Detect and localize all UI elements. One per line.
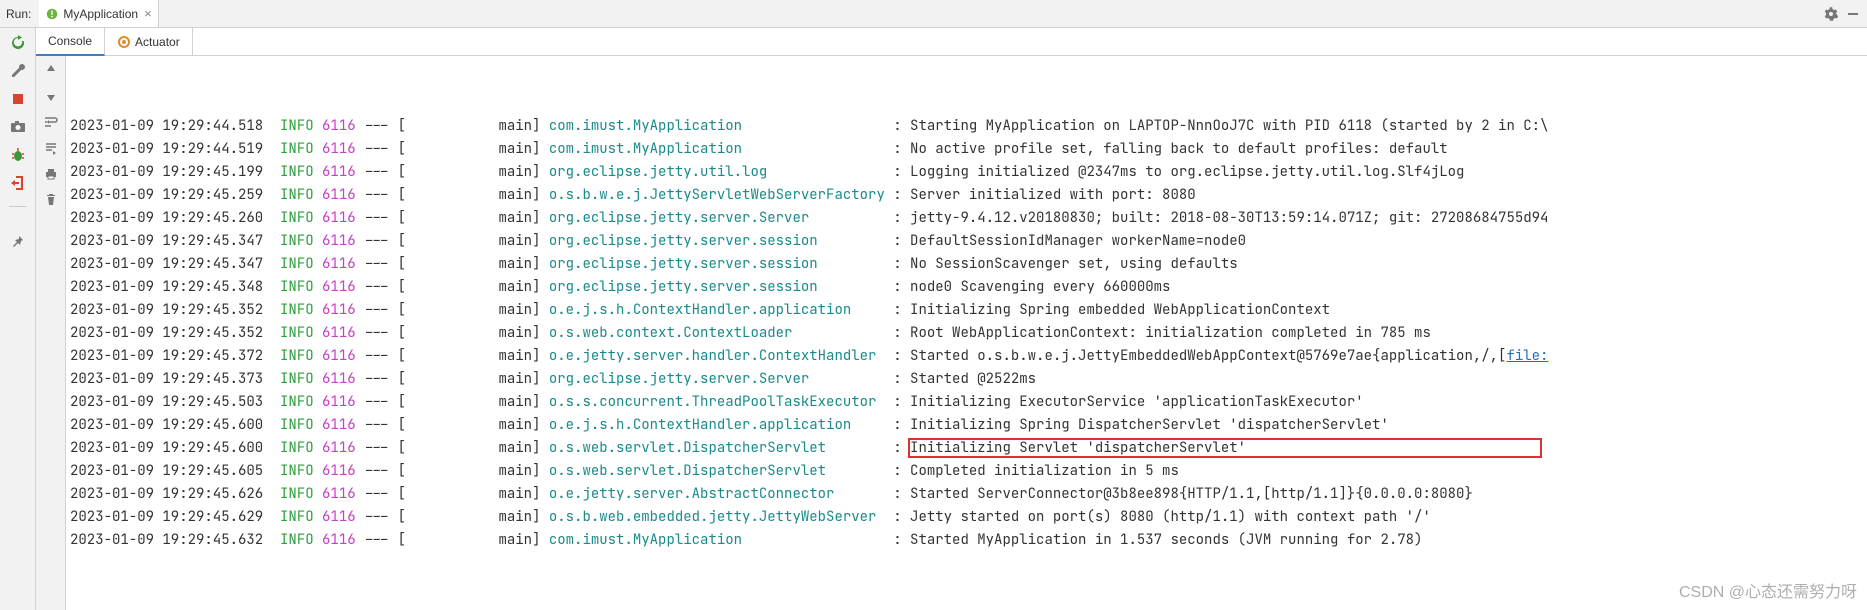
rerun-icon[interactable] — [9, 34, 27, 52]
log-line: 2023-01-09 19:29:45.373 INFO 6116 --- [ … — [70, 368, 1867, 391]
scroll-down-icon[interactable] — [43, 88, 59, 104]
log-line: 2023-01-09 19:29:45.348 INFO 6116 --- [ … — [70, 276, 1867, 299]
wrench-icon[interactable] — [9, 62, 27, 80]
log-line: 2023-01-09 19:29:45.600 INFO 6116 --- [ … — [70, 414, 1867, 437]
log-line: 2023-01-09 19:29:45.352 INFO 6116 --- [ … — [70, 322, 1867, 345]
log-line: 2023-01-09 19:29:45.347 INFO 6116 --- [ … — [70, 253, 1867, 276]
console-toolbar — [36, 56, 66, 610]
pin-icon[interactable] — [9, 234, 27, 252]
spring-boot-icon — [45, 7, 59, 21]
scroll-to-end-icon[interactable] — [43, 140, 59, 156]
stop-icon[interactable] — [9, 90, 27, 108]
tab-console[interactable]: Console — [36, 28, 105, 56]
print-icon[interactable] — [43, 166, 59, 182]
run-config-tab[interactable]: MyApplication × — [39, 0, 158, 27]
run-config-name: MyApplication — [63, 7, 138, 21]
actuator-icon — [117, 35, 131, 49]
trash-icon[interactable] — [43, 192, 59, 208]
log-line: 2023-01-09 19:29:45.259 INFO 6116 --- [ … — [70, 184, 1867, 207]
log-line: 2023-01-09 19:29:45.347 INFO 6116 --- [ … — [70, 230, 1867, 253]
tab-actuator[interactable]: Actuator — [105, 28, 193, 55]
log-line: 2023-01-09 19:29:45.199 INFO 6116 --- [ … — [70, 161, 1867, 184]
log-line: 2023-01-09 19:29:45.372 INFO 6116 --- [ … — [70, 345, 1867, 368]
divider — [9, 206, 27, 224]
minimize-icon[interactable] — [1845, 6, 1861, 22]
file-link[interactable]: file: — [1506, 347, 1548, 365]
log-line: 2023-01-09 19:29:44.519 INFO 6116 --- [ … — [70, 138, 1867, 161]
run-label: Run: — [0, 7, 39, 21]
gear-icon[interactable] — [1823, 6, 1839, 22]
log-line: 2023-01-09 19:29:45.260 INFO 6116 --- [ … — [70, 207, 1867, 230]
log-line: 2023-01-09 19:29:45.600 INFO 6116 --- [ … — [70, 437, 1867, 460]
bug-icon[interactable] — [9, 146, 27, 164]
run-toolbar — [0, 28, 36, 610]
camera-icon[interactable] — [9, 118, 27, 136]
soft-wrap-icon[interactable] — [43, 114, 59, 130]
console-tab-bar: Console Actuator — [36, 28, 1867, 56]
log-line: 2023-01-09 19:29:45.626 INFO 6116 --- [ … — [70, 483, 1867, 506]
log-line: 2023-01-09 19:29:45.503 INFO 6116 --- [ … — [70, 391, 1867, 414]
log-line: 2023-01-09 19:29:45.605 INFO 6116 --- [ … — [70, 460, 1867, 483]
exit-icon[interactable] — [9, 174, 27, 192]
run-header: Run: MyApplication × — [0, 0, 1867, 28]
log-line: 2023-01-09 19:29:45.632 INFO 6116 --- [ … — [70, 529, 1867, 552]
console-output[interactable]: 2023-01-09 19:29:44.518 INFO 6116 --- [ … — [66, 56, 1867, 610]
log-line: 2023-01-09 19:29:44.518 INFO 6116 --- [ … — [70, 115, 1867, 138]
scroll-up-icon[interactable] — [43, 62, 59, 78]
log-line: 2023-01-09 19:29:45.629 INFO 6116 --- [ … — [70, 506, 1867, 529]
log-line: 2023-01-09 19:29:45.352 INFO 6116 --- [ … — [70, 299, 1867, 322]
close-icon[interactable]: × — [144, 6, 152, 21]
